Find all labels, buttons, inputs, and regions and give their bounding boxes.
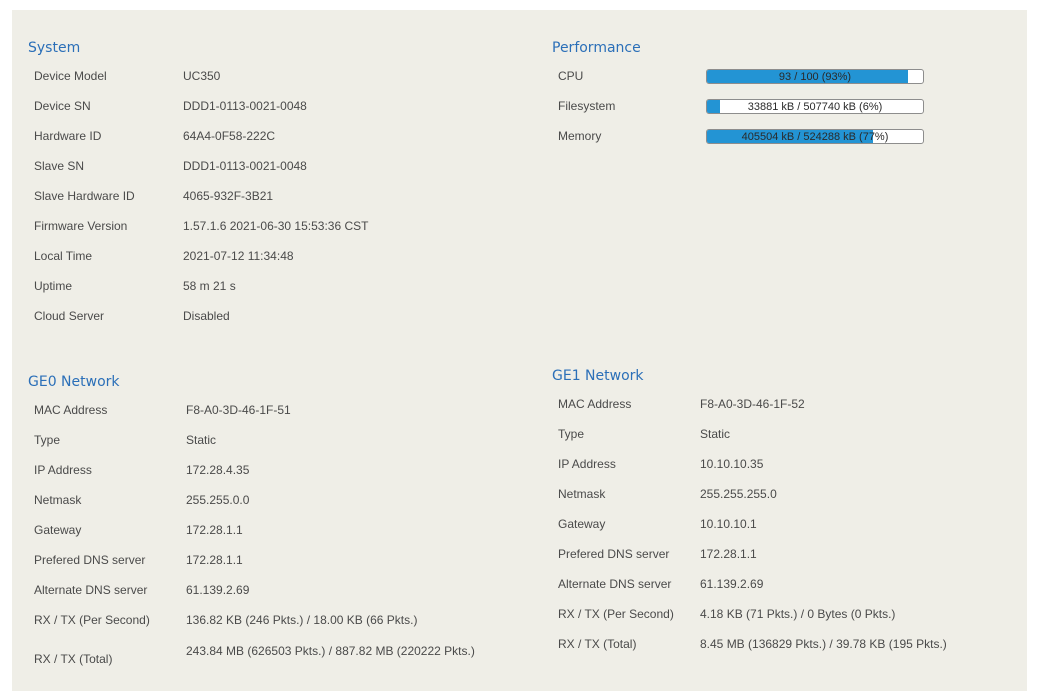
filesystem-usage-bar: 33881 kB / 507740 kB (6%) [706, 99, 924, 114]
ge0-ip-address-value: 172.28.4.35 [186, 463, 250, 477]
ge1-type-value: Static [700, 427, 731, 441]
ge0-rx-tx-per-second-label: RX / TX (Per Second) [34, 613, 150, 627]
cpu-usage-text: 93 / 100 (93%) [778, 71, 852, 83]
ge1-mac-address-label: MAC Address [558, 397, 632, 411]
ge0-ip-address-label: IP Address [34, 463, 92, 477]
local-time-label: Local Time [34, 249, 93, 263]
ge0-alternate-dns-label: Alternate DNS server [34, 583, 148, 597]
filesystem-label: Filesystem [558, 99, 616, 113]
status-page: System Device Model UC350 Device SN DDD1… [0, 0, 1039, 691]
ge0-netmask-label: Netmask [34, 493, 82, 507]
ge1-ip-address-label: IP Address [558, 457, 616, 471]
ge1-rx-tx-per-second-value: 4.18 KB (71 Pkts.) / 0 Bytes (0 Pkts.) [700, 607, 896, 621]
ge1-rx-tx-total-label: RX / TX (Total) [558, 637, 637, 651]
ge1-prefered-dns-label: Prefered DNS server [558, 547, 670, 561]
ge1-netmask-value: 255.255.255.0 [700, 487, 777, 501]
uptime-label: Uptime [34, 279, 73, 293]
ge1-mac-address-value: F8-A0-3D-46-1F-52 [700, 397, 805, 411]
ge0-gateway-label: Gateway [34, 523, 82, 537]
ge1-gateway-label: Gateway [558, 517, 606, 531]
firmware-version-value: 1.57.1.6 2021-06-30 15:53:36 CST [183, 219, 369, 233]
slave-hardware-id-label: Slave Hardware ID [34, 189, 135, 203]
device-model-label: Device Model [34, 69, 107, 83]
ge0-type-value: Static [186, 433, 217, 447]
ge0-mac-address-label: MAC Address [34, 403, 108, 417]
ge0-rx-tx-total-value: 243.84 MB (626503 Pkts.) / 887.82 MB (22… [186, 644, 475, 658]
ge1-prefered-dns-value: 172.28.1.1 [700, 547, 757, 561]
memory-usage-text: 405504 kB / 524288 kB (77%) [741, 131, 889, 143]
hardware-id-label: Hardware ID [34, 129, 102, 143]
ge0-prefered-dns-value: 172.28.1.1 [186, 553, 243, 567]
hardware-id-value: 64A4-0F58-222C [183, 129, 276, 143]
memory-label: Memory [558, 129, 602, 143]
ge0-prefered-dns-label: Prefered DNS server [34, 553, 146, 567]
memory-usage-bar: 405504 kB / 524288 kB (77%) [706, 129, 924, 144]
device-sn-value: DDD1-0113-0021-0048 [183, 99, 307, 113]
ge1-type-label: Type [558, 427, 585, 441]
cpu-label: CPU [558, 69, 584, 83]
firmware-version-label: Firmware Version [34, 219, 128, 233]
ge0-gateway-value: 172.28.1.1 [186, 523, 243, 537]
system-title: System [28, 40, 81, 56]
local-time-value: 2021-07-12 11:34:48 [183, 249, 294, 263]
ge0-network-title: GE0 Network [28, 374, 120, 390]
ge0-netmask-value: 255.255.0.0 [186, 493, 250, 507]
ge0-type-label: Type [34, 433, 61, 447]
ge0-rx-tx-per-second-value: 136.82 KB (246 Pkts.) / 18.00 KB (66 Pkt… [186, 613, 418, 627]
ge0-rx-tx-total-label: RX / TX (Total) [34, 652, 113, 666]
ge1-netmask-label: Netmask [558, 487, 606, 501]
ge0-mac-address-value: F8-A0-3D-46-1F-51 [186, 403, 291, 417]
device-sn-label: Device SN [34, 99, 91, 113]
cloud-server-value: Disabled [183, 309, 230, 323]
ge0-alternate-dns-value: 61.139.2.69 [186, 583, 250, 597]
ge1-rx-tx-per-second-label: RX / TX (Per Second) [558, 607, 674, 621]
performance-title: Performance [552, 40, 641, 56]
ge1-alternate-dns-value: 61.139.2.69 [700, 577, 764, 591]
ge1-alternate-dns-label: Alternate DNS server [558, 577, 672, 591]
cpu-usage-bar: 93 / 100 (93%) [706, 69, 924, 84]
slave-sn-value: DDD1-0113-0021-0048 [183, 159, 307, 173]
filesystem-usage-text: 33881 kB / 507740 kB (6%) [747, 101, 883, 113]
slave-hardware-id-value: 4065-932F-3B21 [183, 189, 274, 203]
slave-sn-label: Slave SN [34, 159, 85, 173]
device-model-value: UC350 [183, 69, 221, 83]
ge1-ip-address-value: 10.10.10.35 [700, 457, 764, 471]
ge1-network-title: GE1 Network [552, 368, 644, 384]
uptime-value: 58 m 21 s [183, 279, 236, 293]
ge1-gateway-value: 10.10.10.1 [700, 517, 757, 531]
cloud-server-label: Cloud Server [34, 309, 105, 323]
ge1-rx-tx-total-value: 8.45 MB (136829 Pkts.) / 39.78 KB (195 P… [700, 637, 947, 651]
